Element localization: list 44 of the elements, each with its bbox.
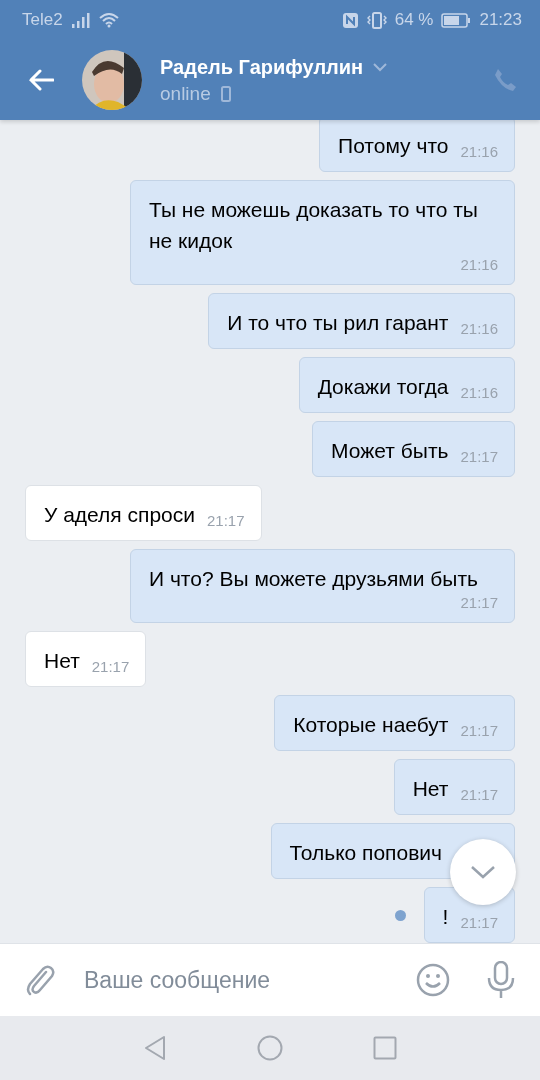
vibrate-icon xyxy=(366,11,387,29)
signal-icon xyxy=(70,12,91,28)
message-text: ! xyxy=(442,904,449,930)
back-nav-icon[interactable] xyxy=(143,1035,167,1061)
message-time: 21:16 xyxy=(460,143,498,161)
message-time: 21:16 xyxy=(460,256,498,274)
message-text: Которые наебут xyxy=(293,712,449,738)
message-text: У аделя спроси xyxy=(44,502,195,528)
home-nav-icon[interactable] xyxy=(257,1035,283,1061)
microphone-icon[interactable] xyxy=(486,961,516,999)
message-time: 21:17 xyxy=(91,658,130,676)
message-text: Нет xyxy=(44,648,80,674)
message-text: Может быть xyxy=(331,438,449,464)
wifi-icon xyxy=(98,12,119,28)
message-text: Потому что xyxy=(338,133,449,159)
message-text: Докажи тогда xyxy=(317,374,449,400)
back-arrow-icon[interactable] xyxy=(28,69,54,91)
chevron-down-icon xyxy=(470,865,496,879)
message-time: 21:17 xyxy=(460,786,498,804)
message-text: Только попович xyxy=(289,840,442,866)
call-icon[interactable] xyxy=(492,67,518,93)
battery-percent: 64 % xyxy=(394,10,434,30)
message-time: 21:16 xyxy=(460,320,498,338)
message-time: 21:17 xyxy=(460,722,498,740)
emoji-icon[interactable] xyxy=(416,963,450,997)
message-time: 21:17 xyxy=(460,914,498,932)
carrier-name: Tele2 xyxy=(22,10,63,30)
paperclip-icon[interactable] xyxy=(24,963,56,997)
online-status: online xyxy=(160,82,211,105)
status-time: 21:23 xyxy=(479,10,522,30)
message-time: 21:17 xyxy=(460,448,498,466)
chevron-down-icon[interactable] xyxy=(373,62,388,72)
message-text: Ты не можешь доказать то что ты не кидок xyxy=(149,197,479,254)
contact-name[interactable]: Радель Гарифуллин xyxy=(160,55,364,79)
message-time: 21:16 xyxy=(460,384,498,402)
battery-icon xyxy=(441,12,472,28)
phone-device-icon xyxy=(220,85,231,102)
message-text: И то что ты рил гарант xyxy=(227,310,449,336)
message-time: 21:17 xyxy=(460,594,498,612)
message-text: И что? Вы можете друзьями быть xyxy=(149,566,479,592)
recents-nav-icon[interactable] xyxy=(373,1036,397,1060)
message-time: 21:17 xyxy=(207,512,245,530)
nfc-icon xyxy=(341,11,359,29)
message-text: Нет xyxy=(412,776,449,802)
